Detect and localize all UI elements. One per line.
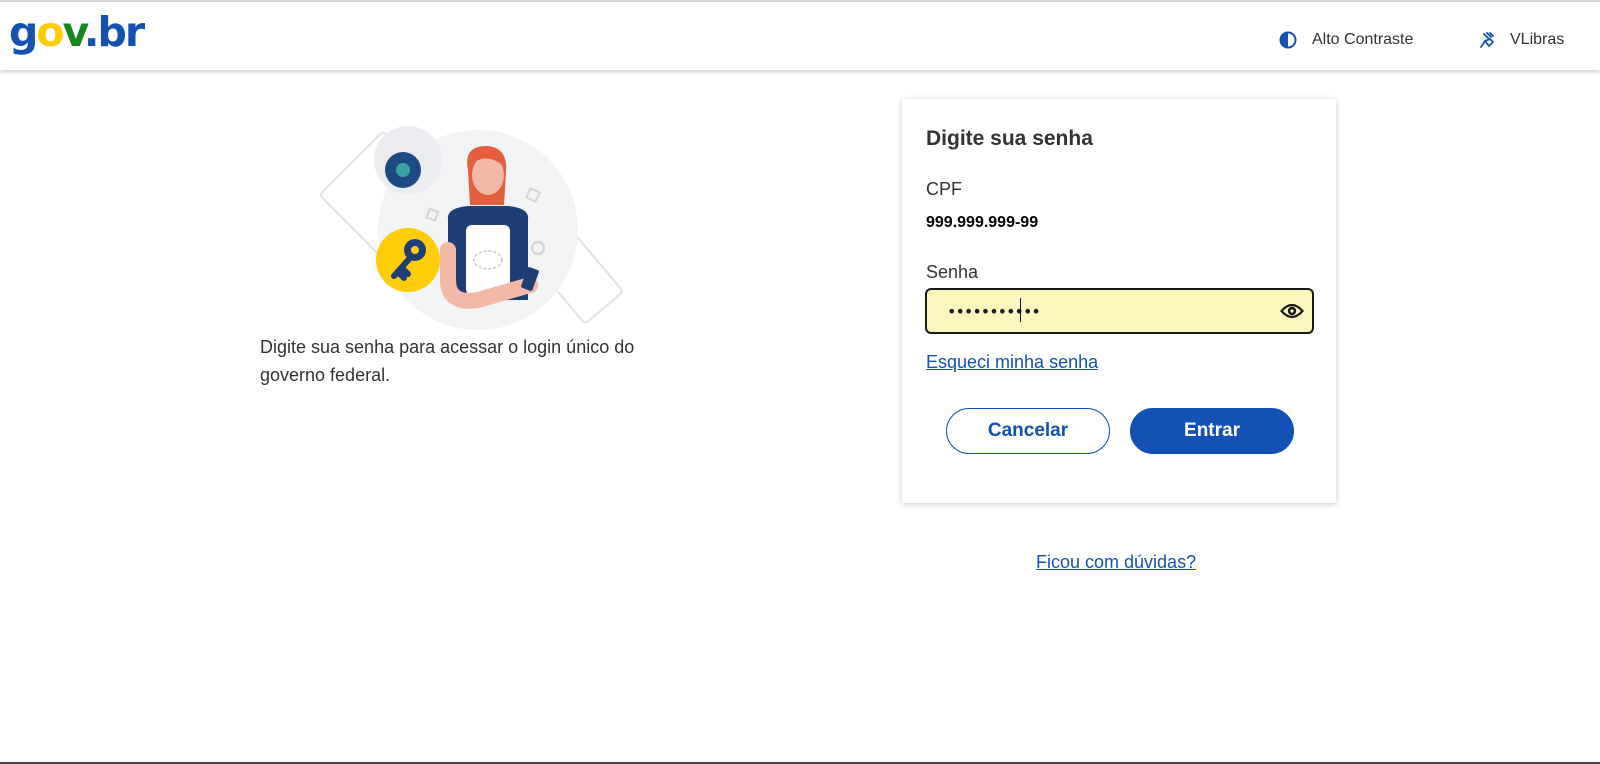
high-contrast-label: Alto Contraste [1312,31,1414,48]
forgot-password-link[interactable]: Esqueci minha senha [926,352,1098,373]
logo-dot: . [83,8,100,56]
high-contrast-button[interactable]: Alto Contraste [1278,28,1413,52]
intro-text: Digite sua senha para acessar o login ún… [260,337,635,385]
text-caret [1020,298,1021,322]
vlibras-hand-icon [1476,30,1496,50]
top-header: gov.br Alto Contraste VLibras [0,0,1600,70]
contrast-icon [1278,30,1298,50]
card-title: Digite sua senha [926,127,1093,150]
vlibras-label: VLibras [1510,31,1565,48]
logo-letter-v: v [62,8,86,56]
login-card: Digite sua senha CPF 999.999.999-99 Senh… [902,99,1336,503]
enter-button[interactable]: Entrar [1130,408,1294,454]
vlibras-button[interactable]: VLibras [1476,28,1564,52]
password-input[interactable] [927,290,1267,332]
eye-icon[interactable] [1280,300,1304,322]
password-label: Senha [926,262,979,282]
login-illustration [318,120,638,330]
help-link[interactable]: Ficou com dúvidas? [1036,552,1196,573]
password-field-wrapper [925,288,1314,334]
cpf-value: 999.999.999-99 [926,214,1039,231]
cancel-button[interactable]: Cancelar [946,408,1110,454]
govbr-logo[interactable]: gov.br [9,7,146,57]
cpf-label: CPF [926,179,962,199]
logo-letter-o: o [36,8,64,56]
logo-br: br [97,8,146,56]
logo-letter-g: g [9,8,38,56]
